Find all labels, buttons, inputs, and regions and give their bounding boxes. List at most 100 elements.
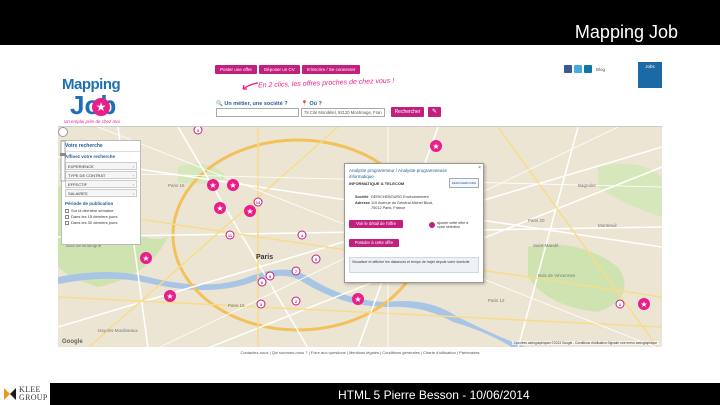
map-label-issy: Issy-les-Moulineaux — [98, 328, 139, 333]
svg-text:★: ★ — [640, 300, 647, 309]
offer-category: INFORMATIQUE & TELECOM — [349, 181, 405, 186]
location-label-text: Où ? — [309, 101, 322, 107]
map-label-paris-16: Paris 16 — [168, 183, 185, 188]
location-input[interactable]: 78 Cité Mondétel, 92120 Montrouge, Fran — [301, 108, 385, 117]
numbered-marker[interactable]: 5 — [265, 271, 275, 281]
job-search-input[interactable] — [216, 108, 299, 117]
upload-cv-button[interactable]: Déposer un CV — [258, 65, 300, 74]
svg-text:★: ★ — [354, 295, 361, 304]
filter-experience[interactable]: EXPERIENCE › — [65, 162, 137, 170]
filter-headcount[interactable]: EFFECTIF › — [65, 180, 137, 188]
logo-star-icon: ★ — [92, 98, 110, 116]
map-label-paris-20: Paris 20 — [528, 218, 545, 223]
chevron-right-icon: › — [132, 164, 134, 169]
search-filter-panel: Votre recherche Affinez votre recherche … — [61, 140, 141, 245]
klee-logo-text: KLEE GROUP — [19, 385, 48, 402]
filter-contract-type[interactable]: TYPE DE CONTRAT › — [65, 171, 137, 179]
star-marker[interactable]: ★ — [207, 179, 219, 191]
post-offer-button[interactable]: Poster une offre — [215, 65, 257, 74]
linkedin-icon[interactable] — [584, 65, 592, 73]
apply-button[interactable]: Postuler à cette offre — [349, 239, 399, 247]
zoom-control[interactable] — [58, 127, 68, 187]
mapping-job-logo[interactable]: Mapping Job ★ Un emploi près de chez moi — [62, 76, 142, 126]
star-marker[interactable]: ★ — [430, 140, 442, 152]
slogan: En 2 clics, les offres proches de chez v… — [257, 77, 395, 90]
slide-title: Mapping Job — [574, 22, 678, 42]
company-logo: DERICHEBOURG — [449, 178, 479, 188]
checkbox[interactable] — [65, 208, 69, 213]
location-label: 📍 Où ? — [301, 101, 322, 107]
mapping-job-website: Poster une offre Déposer un CV S'inscrir… — [58, 62, 662, 355]
distance-info-box[interactable]: Visualiser et afficher les distances et … — [349, 257, 479, 273]
checkbox-label: Sur la dernière semaine — [71, 208, 114, 213]
numbered-marker[interactable]: 5 — [311, 254, 321, 264]
jobs-bookmark-ribbon[interactable]: Jobs — [638, 62, 662, 88]
checkbox[interactable] — [65, 220, 69, 225]
star-marker[interactable]: ★ — [214, 202, 226, 214]
filter-label: TYPE DE CONTRAT — [68, 173, 106, 178]
map-credit[interactable]: Données cartographiques ©2013 Google - C… — [512, 341, 659, 345]
close-icon[interactable]: × — [478, 165, 481, 171]
logo-tagline: Un emploi près de chez moi — [64, 119, 120, 124]
period-checkbox-week[interactable]: Sur la dernière semaine — [65, 208, 137, 213]
star-marker[interactable]: ★ — [164, 290, 176, 302]
map-label-paris-15: Paris 15 — [228, 303, 245, 308]
offer-address-row: Adresse119 Avenue du Général Michel Bizo… — [355, 201, 433, 205]
svg-text:★: ★ — [209, 181, 216, 190]
social-links: Blog — [564, 65, 605, 73]
address-label: Adresse — [355, 201, 370, 205]
site-footer-links[interactable]: Contactez-nous | Qui sommes-nous ? | Foi… — [58, 350, 662, 355]
job-offer-popup: × Analyste programmeur / Analyste-progra… — [344, 163, 484, 283]
refine-title: Affinez votre recherche — [65, 154, 116, 159]
svg-text:★: ★ — [166, 292, 173, 301]
period-checkbox-15-days[interactable]: Dans les 15 derniers jours — [65, 214, 137, 219]
numbered-marker[interactable]: 3 — [193, 127, 203, 135]
address-line2: 75012 Paris, France — [371, 206, 406, 210]
numbered-marker[interactable]: 7 — [291, 266, 301, 276]
filter-label: SALAIRES — [68, 191, 88, 196]
svg-text:★: ★ — [142, 254, 149, 263]
offer-detail-button[interactable]: Voir le détail de l'offre — [349, 220, 403, 228]
company-label: Société — [355, 195, 369, 199]
wrench-icon[interactable]: ✎ — [428, 107, 441, 117]
company-name: DERICHEBOURG Environnement — [371, 195, 429, 199]
map-city-label: Paris — [256, 254, 273, 261]
svg-text:★: ★ — [216, 204, 223, 213]
offer-title[interactable]: Analyste programmeur / Analyste-programm… — [349, 168, 459, 179]
numbered-marker[interactable]: 4 — [297, 230, 307, 240]
numbered-marker[interactable]: 2 — [291, 296, 301, 306]
star-marker[interactable]: ★ — [227, 179, 239, 191]
add-to-selection-link[interactable]: Ajouter cette offre à votre sélection — [437, 221, 477, 229]
google-logo: Google — [62, 339, 83, 345]
chevron-right-icon: › — [132, 173, 134, 178]
svg-text:★: ★ — [246, 207, 253, 216]
numbered-marker[interactable]: 3 — [256, 299, 266, 309]
filter-salary[interactable]: SALAIRES › — [65, 189, 137, 197]
map-label-montreuil: Montreuil — [598, 223, 617, 228]
period-checkbox-30-days[interactable]: Dans les 30 derniers jours — [65, 220, 137, 225]
star-marker[interactable]: ★ — [352, 293, 364, 305]
star-marker[interactable]: ★ — [244, 205, 256, 217]
heart-icon[interactable] — [429, 222, 435, 228]
numbered-marker[interactable]: 6 — [257, 277, 267, 287]
star-marker[interactable]: ★ — [140, 252, 152, 264]
twitter-icon[interactable] — [574, 65, 582, 73]
numbered-marker[interactable]: 14 — [253, 197, 263, 207]
bookmark-label: Jobs — [645, 64, 655, 69]
numbered-marker[interactable]: 2 — [615, 299, 625, 309]
star-marker[interactable]: ★ — [638, 298, 650, 310]
filter-label: EXPERIENCE — [68, 164, 94, 169]
numbered-marker[interactable]: 11 — [225, 230, 235, 240]
login-button[interactable]: S'inscrire / Se connecter — [301, 65, 361, 74]
search-button[interactable]: Rechercher — [391, 107, 424, 117]
checkbox-label: Dans les 15 derniers jours — [71, 214, 118, 219]
job-map[interactable]: Bois de Boulogne Bois de Vincennes Saint… — [58, 126, 662, 347]
blog-link[interactable]: Blog — [596, 67, 605, 72]
job-search-label: 🔍 Un métier, une société ? — [216, 101, 288, 107]
facebook-icon[interactable] — [564, 65, 572, 73]
checkbox-label: Dans les 30 derniers jours — [71, 220, 118, 225]
checkbox[interactable] — [65, 214, 69, 219]
map-label-saint-mande: Saint-Mandé — [533, 243, 559, 248]
chevron-right-icon: › — [132, 191, 134, 196]
period-title: Période de publication — [65, 201, 114, 206]
